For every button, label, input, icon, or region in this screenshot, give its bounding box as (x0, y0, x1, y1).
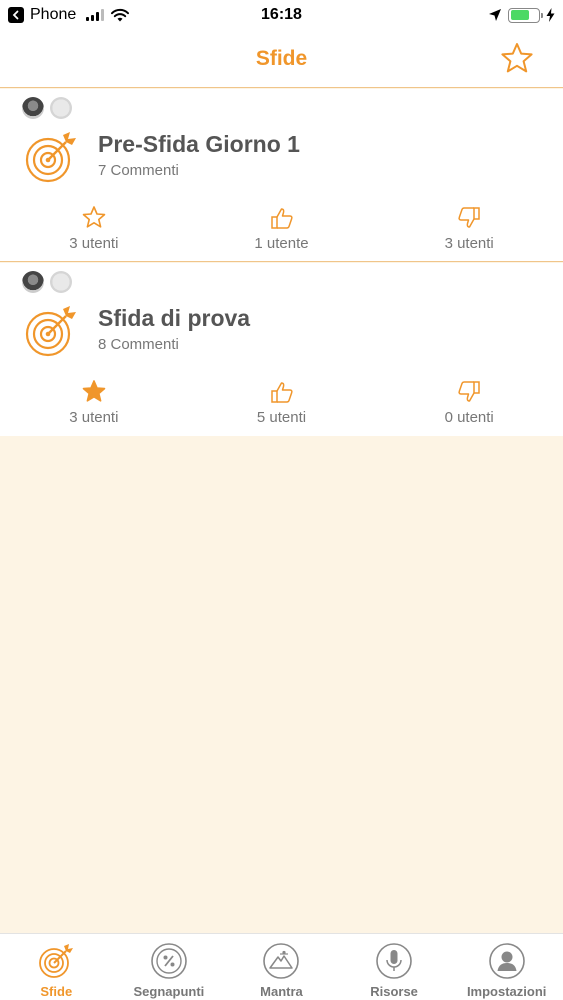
favorite-stat[interactable]: 3 utenti (0, 205, 188, 252)
tab-mantra[interactable]: Mantra (225, 934, 338, 1000)
favorite-count: 3 utenti (69, 235, 119, 252)
reactions-row: 3 utenti 5 utenti 0 utenti (0, 379, 563, 426)
tab-sfide[interactable]: Sfide (0, 934, 113, 1000)
location-icon (489, 9, 501, 21)
battery-icon (508, 7, 543, 23)
charging-icon (546, 8, 555, 22)
back-to-app-icon[interactable] (8, 7, 24, 23)
thumbs-up-icon[interactable] (269, 379, 295, 405)
person-icon[interactable] (488, 942, 526, 980)
tab-bar: Sfide Segnapunti Mantra Risorse Impostaz… (0, 933, 563, 1000)
participant-avatars (22, 271, 72, 293)
favorite-count: 3 utenti (69, 409, 119, 426)
star-filled-icon[interactable] (81, 379, 107, 405)
tab-label: Risorse (370, 984, 418, 999)
favorites-star-icon[interactable] (499, 41, 535, 77)
star-outline-icon[interactable] (81, 205, 107, 231)
status-right (488, 7, 555, 23)
dislike-stat[interactable]: 3 utenti (375, 205, 563, 252)
status-left: Phone (8, 6, 130, 24)
participant-avatars (22, 97, 72, 119)
tab-impostazioni[interactable]: Impostazioni (450, 934, 563, 1000)
thumbs-down-icon[interactable] (456, 205, 482, 231)
navigation-bar: Sfide (0, 30, 563, 88)
dislike-count: 3 utenti (444, 235, 494, 252)
avatar (50, 271, 72, 293)
tab-label: Mantra (260, 984, 303, 999)
target-icon (25, 306, 76, 357)
wifi-icon (111, 8, 130, 21)
tab-label: Sfide (40, 984, 73, 999)
challenge-title[interactable]: Sfida di prova (98, 305, 250, 332)
mountain-icon[interactable] (262, 942, 300, 980)
challenge-title[interactable]: Pre-Sfida Giorno 1 (98, 131, 300, 158)
tab-risorse[interactable]: Risorse (338, 934, 451, 1000)
score-icon[interactable] (150, 942, 188, 980)
target-icon (25, 132, 76, 183)
challenge-card[interactable]: Sfida di prova 8 Commenti 3 utenti 5 ute… (0, 263, 563, 436)
avatar (50, 97, 72, 119)
target-icon[interactable] (37, 942, 75, 980)
page-title: Sfide (255, 46, 308, 70)
tab-label: Impostazioni (466, 984, 547, 999)
comments-count[interactable]: 8 Commenti (98, 336, 179, 353)
status-bar: Phone 16:18 (0, 0, 563, 30)
carrier-label[interactable]: Phone (30, 6, 76, 24)
signal-icon (86, 9, 105, 21)
dislike-count: 0 utenti (444, 409, 494, 426)
challenge-card[interactable]: Pre-Sfida Giorno 1 7 Commenti 3 utenti 1… (0, 89, 563, 262)
dislike-stat[interactable]: 0 utenti (375, 379, 563, 426)
comments-count[interactable]: 7 Commenti (98, 162, 179, 179)
favorite-stat[interactable]: 3 utenti (0, 379, 188, 426)
like-count: 5 utenti (256, 409, 307, 426)
like-count: 1 utente (254, 235, 309, 252)
like-stat[interactable]: 5 utenti (188, 379, 376, 426)
microphone-icon[interactable] (375, 942, 413, 980)
tab-label: Segnapunti (133, 984, 205, 999)
thumbs-down-icon[interactable] (456, 379, 482, 405)
reactions-row: 3 utenti 1 utente 3 utenti (0, 205, 563, 252)
thumbs-up-icon[interactable] (269, 205, 295, 231)
tab-segnapunti[interactable]: Segnapunti (113, 934, 226, 1000)
avatar (22, 97, 44, 119)
like-stat[interactable]: 1 utente (188, 205, 376, 252)
avatar (22, 271, 44, 293)
